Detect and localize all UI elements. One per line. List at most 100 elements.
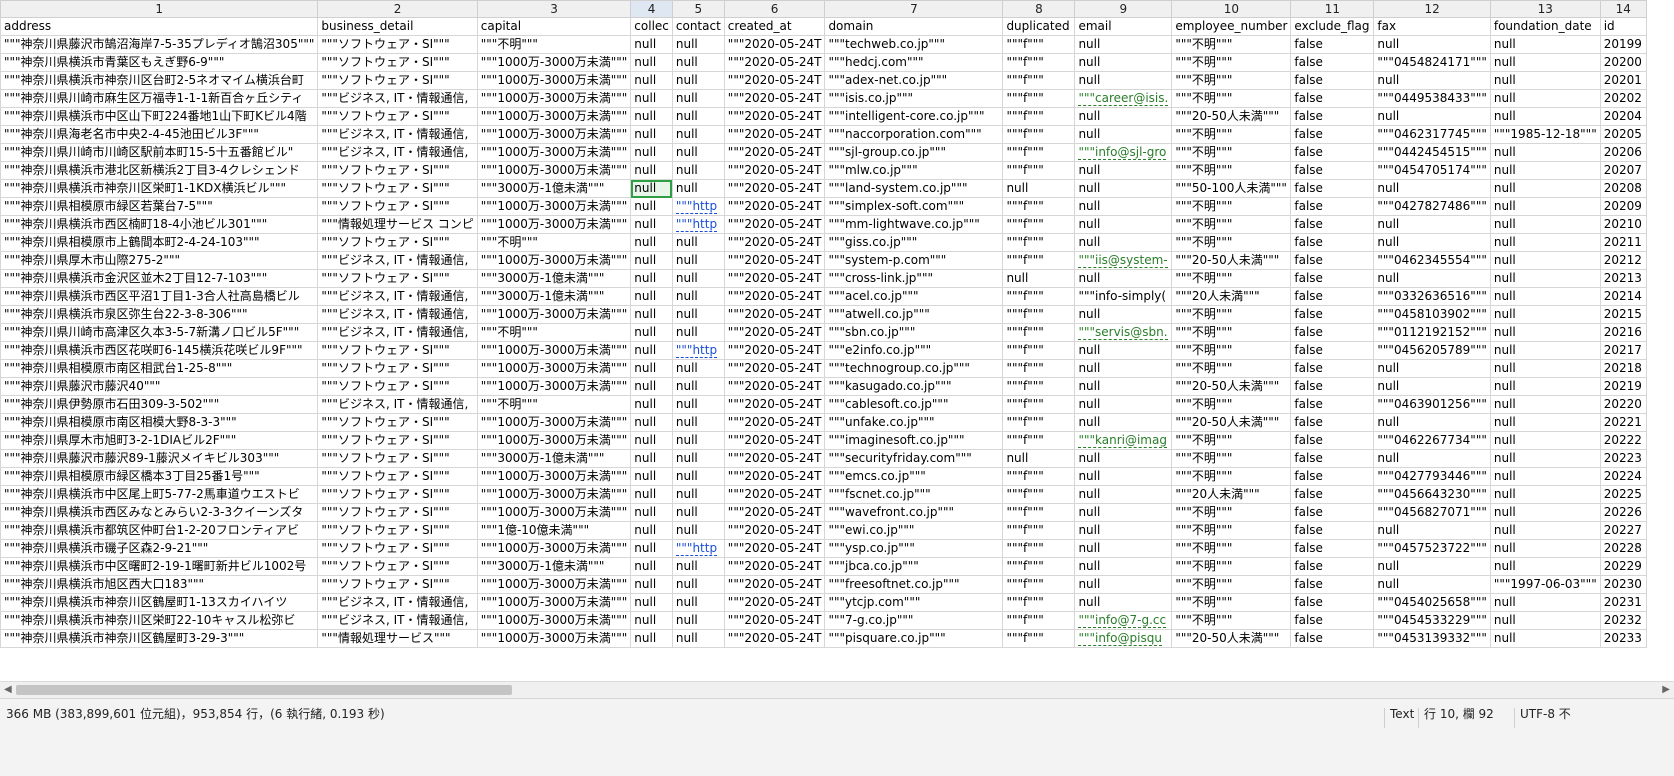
table-cell[interactable]: """ビジネス, IT・情報通信, <box>317 251 478 270</box>
table-cell[interactable]: null <box>630 269 673 288</box>
table-cell[interactable]: """technogroup.co.jp""" <box>824 359 1004 378</box>
table-cell[interactable]: """2020-05-24T <box>723 161 826 180</box>
url-link[interactable]: """http <box>675 217 718 232</box>
table-cell[interactable]: null <box>1489 287 1601 306</box>
table-row[interactable]: """神奈川県横浜市西区平沼1丁目1-3合人社高島橋ビル """ビジネス, IT・… <box>0 287 1647 306</box>
table-row[interactable]: """神奈川県横浜市神奈川区台町2-5ネオマイム横浜台町 """ソフトウェア・SI… <box>0 71 1647 90</box>
table-cell[interactable]: 20200 <box>1599 53 1647 72</box>
table-cell[interactable]: """20-50人未満""" <box>1171 251 1292 270</box>
table-cell[interactable]: 20213 <box>1599 269 1647 288</box>
table-cell[interactable]: null <box>630 377 673 396</box>
table-cell[interactable]: false <box>1290 305 1375 324</box>
table-cell[interactable]: null <box>630 197 673 216</box>
table-cell[interactable]: false <box>1290 611 1375 630</box>
table-cell[interactable]: """不明""" <box>1171 305 1292 324</box>
table-cell[interactable]: """0456205789""" <box>1373 341 1491 360</box>
table-cell[interactable]: null <box>1489 233 1601 252</box>
table-cell[interactable]: """0453139332""" <box>1373 629 1491 648</box>
column-number-14[interactable]: 14 <box>1599 0 1647 18</box>
table-cell[interactable]: """techweb.co.jp""" <box>824 35 1004 54</box>
table-cell[interactable]: """神奈川県横浜市中区山下町224番地1山下町Kビル4階 <box>0 107 319 126</box>
table-cell[interactable]: """0456643230""" <box>1373 485 1491 504</box>
table-cell[interactable]: """不明""" <box>1171 215 1292 234</box>
table-cell[interactable]: """f""" <box>1002 503 1076 522</box>
table-cell[interactable]: """isis.co.jp""" <box>824 89 1004 108</box>
table-cell[interactable]: 20232 <box>1599 611 1647 630</box>
selected-cell[interactable]: null <box>630 179 673 198</box>
table-cell[interactable]: """1000万-3000万未満""" <box>476 485 632 504</box>
table-cell[interactable]: 20202 <box>1599 89 1647 108</box>
table-cell[interactable]: null <box>671 107 725 126</box>
table-cell[interactable]: false <box>1290 431 1375 450</box>
table-row[interactable]: """神奈川県横浜市中区山下町224番地1山下町Kビル4階 """ソフトウェア・S… <box>0 107 1647 126</box>
table-row[interactable]: """神奈川県相模原市南区相武台1-25-8""" """ソフトウェア・SI"""… <box>0 359 1647 378</box>
table-cell[interactable]: """2020-05-24T <box>723 377 826 396</box>
table-cell[interactable]: null <box>630 557 673 576</box>
table-cell[interactable]: """2020-05-24T <box>723 575 826 594</box>
table-cell[interactable]: """2020-05-24T <box>723 485 826 504</box>
table-cell[interactable]: """3000万-1億未満""" <box>476 269 632 288</box>
table-cell[interactable]: """神奈川県横浜市神奈川区台町2-5ネオマイム横浜台町 <box>0 71 319 90</box>
table-cell[interactable]: """0457523722""" <box>1373 539 1491 558</box>
table-cell[interactable]: false <box>1290 143 1375 162</box>
table-cell[interactable]: null <box>1489 89 1601 108</box>
table-cell[interactable]: """50-100人未満""" <box>1171 179 1292 198</box>
table-cell[interactable]: """神奈川県横浜市西区みなとみらい2-3-3クイーンズタ <box>0 503 319 522</box>
table-cell[interactable]: """20-50人未満""" <box>1171 107 1292 126</box>
table-row[interactable]: """神奈川県横浜市泉区弥生台22-3-8-306""" """ビジネス, IT・… <box>0 305 1647 324</box>
table-cell[interactable]: """2020-05-24T <box>723 125 826 144</box>
table-cell[interactable]: null <box>1489 359 1601 378</box>
table-cell[interactable]: """ソフトウェア・SI""" <box>317 107 478 126</box>
table-cell[interactable]: null <box>671 305 725 324</box>
table-cell[interactable]: """2020-05-24T <box>723 287 826 306</box>
table-cell[interactable]: """1000万-3000万未満""" <box>476 107 632 126</box>
table-cell[interactable]: null <box>630 431 673 450</box>
table-cell[interactable]: """ソフトウェア・SI""" <box>317 179 478 198</box>
table-cell[interactable]: """0463901256""" <box>1373 395 1491 414</box>
table-cell[interactable]: null <box>671 161 725 180</box>
table-cell[interactable]: """不明""" <box>476 323 632 342</box>
table-cell[interactable]: null <box>630 539 673 558</box>
table-cell[interactable]: null <box>1074 413 1173 432</box>
table-row[interactable]: """神奈川県川崎市麻生区万福寺1-1-1新百合ヶ丘シティ """ビジネス, IT… <box>0 89 1647 108</box>
table-cell[interactable]: null <box>630 611 673 630</box>
table-cell[interactable]: false <box>1290 323 1375 342</box>
table-cell[interactable]: false <box>1290 233 1375 252</box>
table-cell[interactable]: """info@7-g.cc <box>1074 611 1173 630</box>
table-cell[interactable]: """f""" <box>1002 467 1076 486</box>
table-cell[interactable]: """ビジネス, IT・情報通信, <box>317 125 478 144</box>
table-cell[interactable]: """神奈川県横浜市神奈川区鶴屋町3-29-3""" <box>0 629 319 648</box>
table-cell[interactable]: """f""" <box>1002 539 1076 558</box>
table-cell[interactable]: """2020-05-24T <box>723 71 826 90</box>
table-cell[interactable]: """神奈川県相模原市南区相模大野8-3-3""" <box>0 413 319 432</box>
table-cell[interactable]: false <box>1290 395 1375 414</box>
table-cell[interactable]: """2020-05-24T <box>723 431 826 450</box>
table-row[interactable]: """神奈川県横浜市神奈川区栄町22-10キャスル松弥ビ """ビジネス, IT・… <box>0 611 1647 630</box>
table-cell[interactable]: null <box>1373 233 1491 252</box>
table-cell[interactable]: null <box>671 431 725 450</box>
table-cell[interactable]: """info@sjl-gro <box>1074 143 1173 162</box>
scroll-left-icon[interactable]: ◀ <box>4 684 12 695</box>
table-cell[interactable]: """神奈川県川崎市高津区久本3-5-7新溝ノ口ビル5F""" <box>0 323 319 342</box>
table-cell[interactable]: null <box>630 629 673 648</box>
table-cell[interactable]: """神奈川県川崎市麻生区万福寺1-1-1新百合ヶ丘シティ <box>0 89 319 108</box>
table-cell[interactable]: """20-50人未満""" <box>1171 377 1292 396</box>
table-cell[interactable]: """info-simply( <box>1074 287 1173 306</box>
table-cell[interactable]: null <box>630 323 673 342</box>
table-cell[interactable]: """2020-05-24T <box>723 107 826 126</box>
table-cell[interactable]: null <box>671 89 725 108</box>
table-cell[interactable]: """神奈川県横浜市金沢区並木2丁目12-7-103""" <box>0 269 319 288</box>
table-cell[interactable]: """ソフトウェア・SI""" <box>317 521 478 540</box>
table-cell[interactable]: """2020-05-24T <box>723 611 826 630</box>
table-cell[interactable]: """2020-05-24T <box>723 359 826 378</box>
table-row[interactable]: """神奈川県藤沢市藤沢40""" """ソフトウェア・SI""" """1000万… <box>0 377 1647 396</box>
table-cell[interactable]: """2020-05-24T <box>723 251 826 270</box>
table-cell[interactable]: """ysp.co.jp""" <box>824 539 1004 558</box>
table-cell[interactable]: """iis@system- <box>1074 251 1173 270</box>
table-cell[interactable]: """ソフトウェア・SI""" <box>317 359 478 378</box>
table-cell[interactable]: null <box>630 449 673 468</box>
table-cell[interactable]: """神奈川県伊勢原市石田309-3-502""" <box>0 395 319 414</box>
table-cell[interactable]: null <box>1074 71 1173 90</box>
table-cell[interactable]: """fscnet.co.jp""" <box>824 485 1004 504</box>
table-cell[interactable]: 20210 <box>1599 215 1647 234</box>
